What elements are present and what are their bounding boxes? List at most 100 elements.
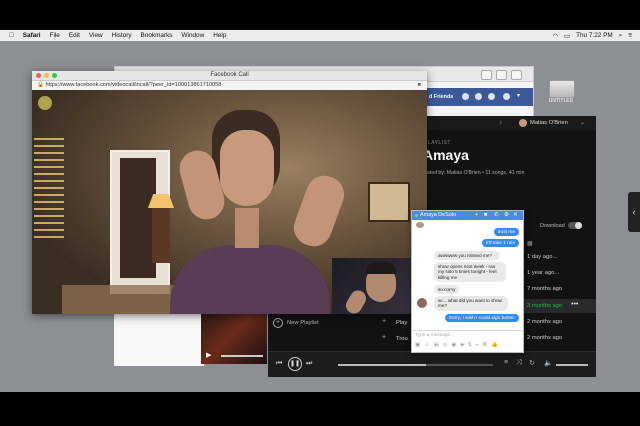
chevron-down-icon[interactable]: ▾	[517, 92, 520, 99]
playlist-meta: eated by: Matias O'Brien • 11 songs, 41 …	[424, 170, 525, 176]
close-icon[interactable]: ✕	[513, 211, 518, 220]
close-window-button[interactable]	[36, 73, 41, 78]
previous-track-icon[interactable]: ⏮	[276, 360, 282, 368]
window-titlebar[interactable]: Facebook Call	[32, 71, 427, 81]
camera-icon[interactable]: ◉	[451, 342, 456, 350]
track-title[interactable]: Trou	[396, 336, 408, 342]
menu-file[interactable]: File	[50, 32, 60, 39]
search-icon[interactable]: ⌕	[619, 32, 623, 40]
payment-icon[interactable]: $	[468, 342, 471, 350]
battery-icon[interactable]: ▭	[564, 32, 570, 40]
date-added-cell: 2 months ago	[527, 335, 563, 341]
person-neck	[235, 208, 259, 248]
volume-icon[interactable]: 🔈	[544, 359, 553, 367]
menu-history[interactable]: History	[112, 32, 132, 39]
download-icon[interactable]	[481, 70, 492, 80]
queue-icon[interactable]: ≡	[504, 359, 508, 366]
drive-icon[interactable]	[549, 80, 575, 98]
toggle-knob	[575, 222, 582, 229]
help-icon[interactable]	[503, 93, 510, 100]
contact-avatar	[416, 222, 424, 228]
album-art-thumbnail[interactable]: ▶	[201, 314, 267, 364]
camera-icon[interactable]: ■	[418, 81, 421, 90]
url-text[interactable]: https://www.facebook.com/videocall/incal…	[46, 82, 222, 88]
avatar[interactable]	[519, 119, 527, 127]
self-view-hair	[366, 262, 396, 274]
messages-icon[interactable]	[475, 93, 482, 100]
pause-button[interactable]: ❚❚	[288, 357, 302, 371]
apple-icon[interactable]: 	[9, 32, 14, 39]
menu-edit[interactable]: Edit	[69, 32, 80, 39]
facebook-call-window[interactable]: Facebook Call 🔒 https://www.facebook.com…	[32, 71, 427, 314]
spotify-sidebar: + New Playlist + Play + Trou	[268, 311, 411, 351]
shuffle-icon[interactable]: ⤨	[516, 359, 522, 367]
composer-toolbar: ▣ ☺ ▤ ◎ ◉ ◈ $ ⌁ ≣ 👍	[415, 342, 519, 350]
wifi-icon[interactable]: ◠	[552, 32, 558, 40]
string-lights	[34, 138, 64, 238]
message-bubble-outgoing: it'll take 1 min	[482, 239, 519, 247]
contact-avatar	[417, 298, 427, 308]
more-icon[interactable]: ≣	[483, 342, 488, 350]
globe-icon[interactable]	[488, 93, 495, 100]
menu-bookmarks[interactable]: Bookmarks	[141, 32, 173, 39]
tabs-icon[interactable]	[511, 70, 522, 80]
more-options-icon[interactable]: •••	[571, 301, 578, 308]
add-person-icon[interactable]: +	[475, 211, 478, 220]
video-call-icon[interactable]: ■	[484, 211, 487, 220]
menu-window[interactable]: Window	[182, 32, 205, 39]
message-input[interactable]: Type a message...	[415, 333, 454, 338]
selected-track-row[interactable]: 3 months ago •••	[515, 299, 596, 313]
facebook-header: d Friends ▾	[427, 88, 533, 106]
lock-icon: 🔒	[37, 82, 44, 88]
volume-slider[interactable]	[556, 364, 588, 366]
attachment-icon[interactable]: ⌁	[475, 342, 478, 350]
track-title[interactable]: Play	[396, 320, 407, 326]
menu-view[interactable]: View	[89, 32, 103, 39]
phone-icon[interactable]: ✆	[494, 211, 499, 220]
video-call-feed	[32, 90, 427, 314]
side-table	[152, 208, 170, 263]
friends-icon[interactable]	[462, 93, 469, 100]
download-toggle[interactable]	[568, 222, 582, 229]
play-icon[interactable]: ▶	[206, 351, 211, 359]
chat-contact-name[interactable]: Amaya DeSoto	[420, 212, 456, 218]
emoji-icon[interactable]: ◎	[443, 342, 448, 350]
menu-clock[interactable]: Thu 7:22 PM	[576, 32, 613, 39]
image-icon[interactable]: ▣	[415, 342, 420, 350]
message-bubble-incoming: awwwww you missed me?	[434, 251, 500, 261]
user-name[interactable]: Matias O'Brien	[530, 120, 568, 126]
new-playlist-button[interactable]: New Playlist	[287, 320, 319, 326]
messenger-chat-window[interactable]: Amaya DeSoto + ■ ✆ ⚙ ✕ trust me it'll ta…	[411, 210, 524, 353]
chevron-down-icon[interactable]: ⌄	[580, 119, 585, 126]
notification-bell-icon[interactable]: ♪	[499, 119, 503, 126]
calendar-icon: ▦	[527, 241, 533, 247]
chevron-left-icon[interactable]: ‹	[628, 192, 640, 232]
gif-icon[interactable]: ▤	[434, 342, 439, 350]
repeat-icon[interactable]: ↻	[529, 359, 535, 367]
like-icon[interactable]: 👍	[491, 342, 498, 350]
playlist-section-label: PLAYLIST	[424, 140, 451, 146]
menu-help[interactable]: Help	[213, 32, 226, 39]
game-icon[interactable]: ◈	[460, 342, 464, 350]
drive-label: UNTITLED	[548, 98, 574, 104]
minimize-window-button[interactable]	[44, 73, 49, 78]
settings-gear-icon[interactable]: ⚙	[504, 211, 509, 220]
add-playlist-icon[interactable]: +	[273, 318, 283, 328]
menu-app-name[interactable]: Safari	[23, 32, 41, 39]
sticker-icon[interactable]: ☺	[424, 342, 430, 350]
add-track-icon[interactable]: +	[382, 334, 386, 341]
add-track-icon[interactable]: +	[382, 318, 386, 325]
call-status-icon[interactable]	[38, 96, 52, 110]
next-track-icon[interactable]: ⏭	[306, 360, 312, 368]
zoom-window-button[interactable]	[52, 73, 57, 78]
share-icon[interactable]	[496, 70, 507, 80]
message-bubble-incoming: ac... what did you want to show me?	[434, 296, 508, 311]
person-face	[220, 130, 274, 206]
chat-header[interactable]: Amaya DeSoto + ■ ✆ ⚙ ✕	[412, 211, 523, 220]
playback-progress-bar[interactable]	[338, 364, 493, 366]
list-icon[interactable]: ≡	[628, 32, 632, 39]
video-progress-bar[interactable]	[221, 355, 263, 357]
friends-label[interactable]: d Friends	[429, 94, 453, 100]
spotify-player-bar: ⏮ ❚❚ ⏭ ≡ ⤨ ↻ 🔈	[268, 351, 596, 377]
chat-composer: Type a message... ▣ ☺ ▤ ◎ ◉ ◈ $ ⌁ ≣ 👍	[412, 330, 523, 353]
